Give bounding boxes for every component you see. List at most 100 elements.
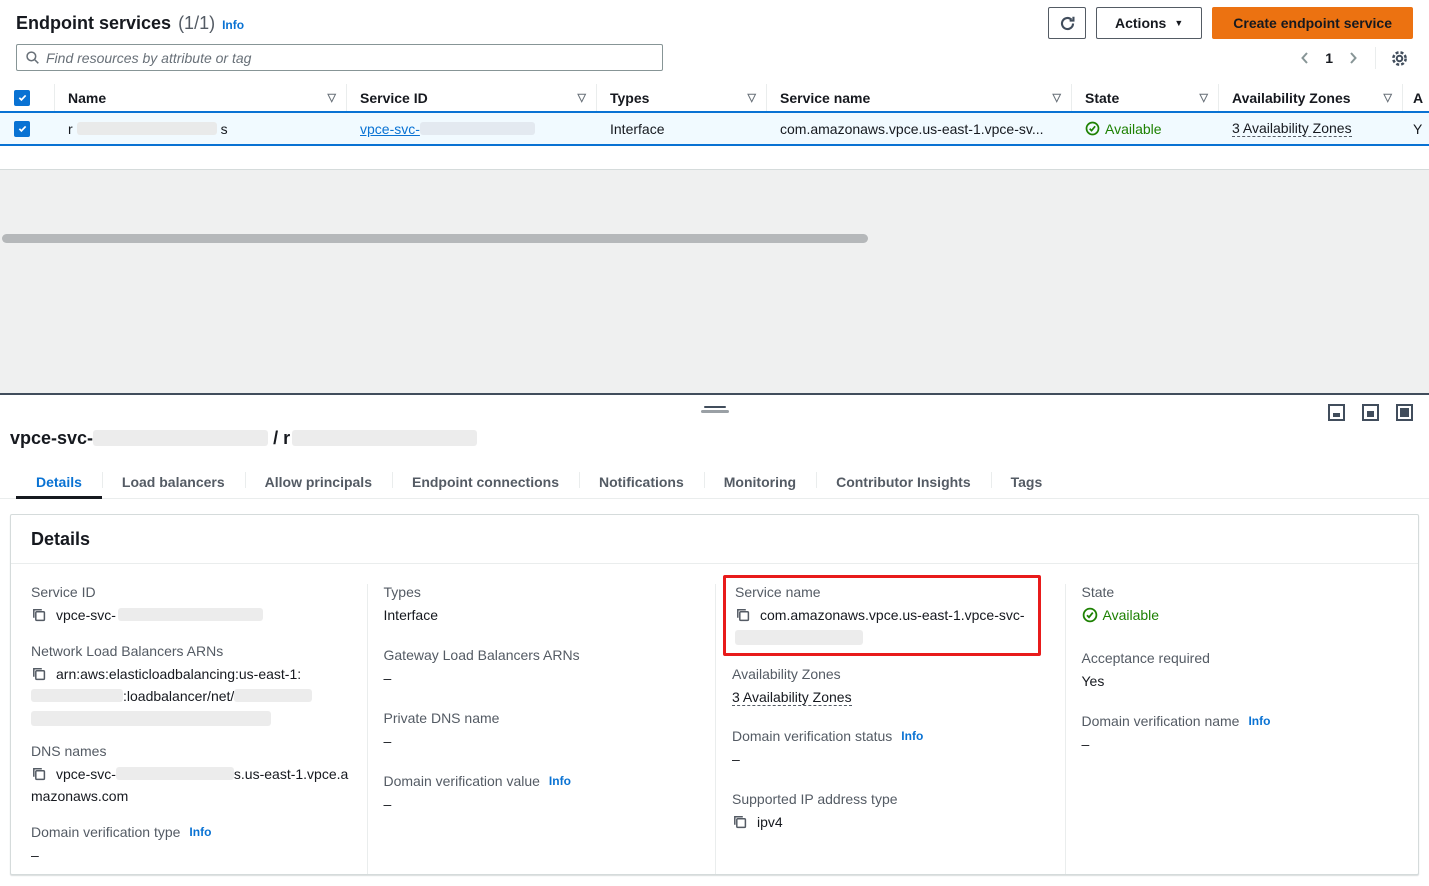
redacted-text <box>118 608 263 621</box>
acceptance-text: Y <box>1413 121 1422 137</box>
sort-icon[interactable]: ▽ <box>572 91 586 104</box>
copy-icon[interactable] <box>31 607 47 623</box>
info-link[interactable]: Info <box>1248 714 1270 728</box>
field-label: Service ID <box>31 584 351 600</box>
details-column-4: State Available Acceptance required Yes <box>1065 584 1419 874</box>
split-panel: vpce-svc- / r Details Load balancers All… <box>0 393 1429 886</box>
actions-button[interactable]: Actions ▼ <box>1096 7 1202 39</box>
tab-monitoring[interactable]: Monitoring <box>704 466 816 498</box>
copy-icon[interactable] <box>732 814 748 830</box>
table-header-row: Name ▽ Service ID ▽ Types ▽ Service name… <box>0 84 1429 111</box>
field-domain-verification-status: Domain verification status Info – <box>732 728 1049 770</box>
divider <box>1375 47 1376 69</box>
tab-load-balancers[interactable]: Load balancers <box>102 466 245 498</box>
field-label: Supported IP address type <box>732 791 1049 807</box>
split-panel-title: vpce-svc- / r <box>10 428 477 449</box>
service-name-text: com.amazonaws.vpce.us-east-1.vpce-sv... <box>780 121 1044 137</box>
search-input[interactable] <box>46 50 654 66</box>
field-label: Service name <box>735 584 1030 600</box>
field-service-id: Service ID vpce-svc- <box>31 584 351 626</box>
sort-icon[interactable]: ▽ <box>1194 91 1208 104</box>
table-row[interactable]: rs vpce-svc- Interface com.amazonaws.vpc… <box>0 111 1429 146</box>
row-acceptance-cell: Y <box>1403 113 1429 144</box>
copy-icon[interactable] <box>735 607 751 623</box>
previous-page-icon[interactable] <box>1297 50 1313 66</box>
tab-bar: Details Load balancers Allow principals … <box>0 466 1429 499</box>
field-label: Domain verification status Info <box>732 728 1049 744</box>
copy-icon[interactable] <box>31 666 47 682</box>
service-id-link[interactable]: vpce-svc- <box>360 121 535 137</box>
split-panel-resize-handle[interactable] <box>701 406 729 413</box>
state-text: Available <box>1103 604 1160 626</box>
tab-details[interactable]: Details <box>16 466 102 498</box>
redacted-text <box>420 122 535 135</box>
tab-contributor-insights[interactable]: Contributor Insights <box>816 466 991 498</box>
endpoint-services-table-card: Endpoint services (1/1) Info Actions ▼ C… <box>0 0 1429 170</box>
info-link[interactable]: Info <box>901 729 923 743</box>
info-link[interactable]: Info <box>189 825 211 839</box>
check-icon <box>17 123 28 134</box>
status-available-icon <box>1082 607 1098 623</box>
next-page-icon[interactable] <box>1345 50 1361 66</box>
info-link[interactable]: Info <box>222 18 244 32</box>
column-header-name: Name ▽ <box>55 84 347 111</box>
field-availability-zones: Availability Zones 3 Availability Zones <box>732 666 1049 708</box>
column-label: Name <box>68 90 106 106</box>
create-endpoint-service-button[interactable]: Create endpoint service <box>1212 7 1413 39</box>
row-service-id-cell: vpce-svc- <box>347 113 597 144</box>
search-icon <box>25 50 40 65</box>
check-icon <box>17 92 28 103</box>
horizontal-scrollbar-thumb[interactable] <box>2 234 868 243</box>
redacted-text <box>93 430 268 446</box>
endpoint-services-page: Endpoint services (1/1) Info Actions ▼ C… <box>0 0 1429 886</box>
field-service-name: Service name com.amazonaws.vpce.us-east-… <box>735 584 1030 645</box>
row-checkbox[interactable] <box>14 121 30 137</box>
label-text: Domain verification status <box>732 728 892 744</box>
field-value: – <box>732 748 1049 770</box>
tab-notifications[interactable]: Notifications <box>579 466 704 498</box>
info-link[interactable]: Info <box>549 774 571 788</box>
row-name-cell: rs <box>55 113 347 144</box>
tab-endpoint-connections[interactable]: Endpoint connections <box>392 466 579 498</box>
field-label: Types <box>384 584 700 600</box>
sort-icon[interactable]: ▽ <box>322 91 336 104</box>
refresh-button[interactable] <box>1048 7 1086 39</box>
sort-icon[interactable]: ▽ <box>742 91 756 104</box>
label-text: Domain verification type <box>31 824 180 840</box>
availability-zones-popover-trigger[interactable]: 3 Availability Zones <box>1232 120 1352 137</box>
details-card: Details Service ID vpce-svc- Network Loa… <box>10 514 1419 875</box>
sort-icon[interactable]: ▽ <box>1047 91 1061 104</box>
tab-tags[interactable]: Tags <box>991 466 1063 498</box>
field-domain-verification-name: Domain verification name Info – <box>1082 713 1403 755</box>
value-text: :loadbalancer/net/ <box>123 688 234 704</box>
endpoint-services-table: Name ▽ Service ID ▽ Types ▽ Service name… <box>0 84 1429 146</box>
row-select-cell <box>0 113 55 144</box>
field-types: Types Interface <box>384 584 700 626</box>
field-label: Gateway Load Balancers ARNs <box>384 647 700 663</box>
value-text: vpce-svc- <box>56 766 116 782</box>
details-column-3: Service name com.amazonaws.vpce.us-east-… <box>715 584 1065 874</box>
panel-position-bottom-icon[interactable] <box>1328 404 1345 421</box>
field-value: – <box>384 730 700 752</box>
redacted-text <box>292 430 477 446</box>
redacted-text <box>234 689 312 702</box>
field-glb-arns: Gateway Load Balancers ARNs – <box>384 647 700 689</box>
label-text: Domain verification value <box>384 773 540 789</box>
details-card-title: Details <box>11 515 1418 564</box>
select-all-checkbox[interactable] <box>14 90 30 106</box>
horizontal-scrollbar <box>0 234 1429 244</box>
sort-icon[interactable]: ▽ <box>1378 91 1392 104</box>
gear-icon <box>1390 49 1409 68</box>
availability-zones-popover-trigger[interactable]: 3 Availability Zones <box>732 689 852 706</box>
redacted-text <box>735 630 863 645</box>
value-text: arn:aws:elasticloadbalancing:us-east-1: <box>56 666 301 682</box>
copy-icon[interactable] <box>31 766 47 782</box>
field-value: ipv4 <box>732 811 1049 833</box>
tab-allow-principals[interactable]: Allow principals <box>245 466 392 498</box>
panel-position-side-icon[interactable] <box>1396 404 1413 421</box>
name-text: s <box>221 121 228 137</box>
panel-position-comfortable-icon[interactable] <box>1362 404 1379 421</box>
column-header-state: State ▽ <box>1072 84 1219 111</box>
column-label: State <box>1085 90 1119 106</box>
preferences-button[interactable] <box>1390 49 1409 68</box>
